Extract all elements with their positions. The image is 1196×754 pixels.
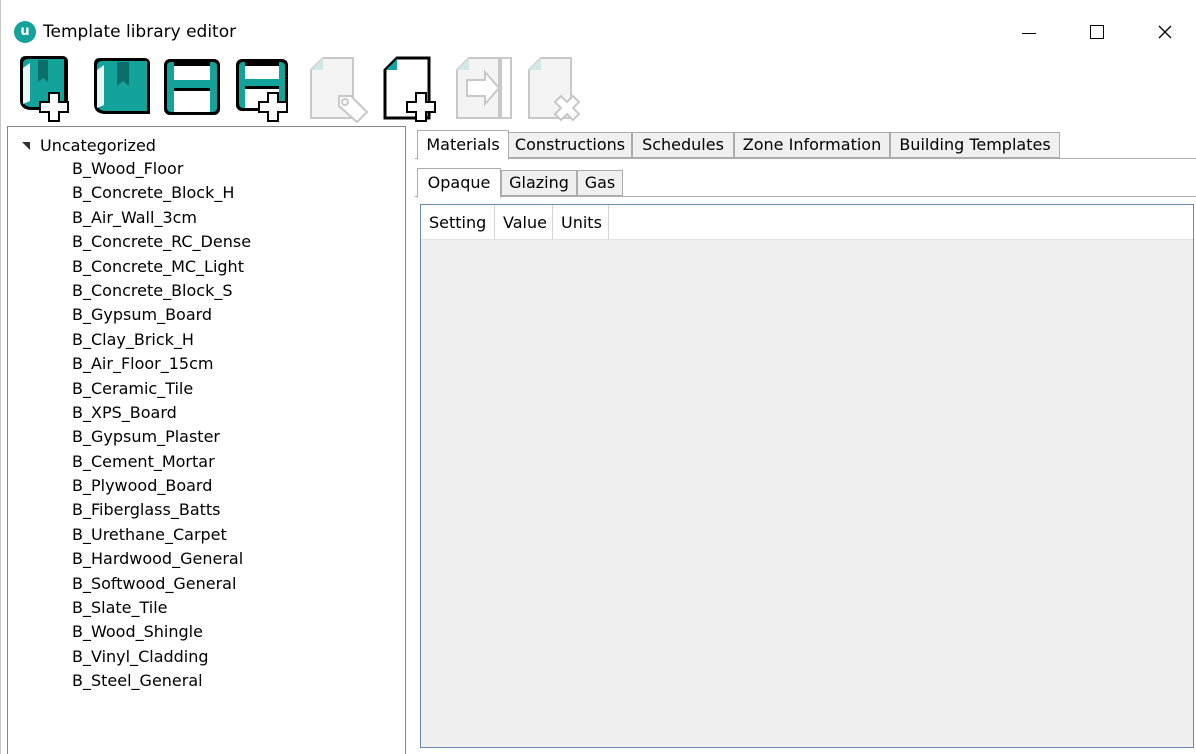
open-library-button[interactable] [90,56,154,124]
tree-item[interactable]: B_Steel_General [72,669,251,693]
column-header-setting[interactable]: Setting [421,205,495,239]
tree-item[interactable]: B_Cement_Mortar [72,450,251,474]
tree-item[interactable]: B_Concrete_MC_Light [72,255,251,279]
floppy-icon [164,59,220,115]
library-tree[interactable]: Uncategorized B_Wood_Floor B_Concrete_Bl… [7,126,406,754]
template-library-editor-window: u Template library editor Uncategorized … [0,0,1196,754]
tree-item[interactable]: B_Plywood_Board [72,474,251,498]
new-library-button[interactable] [14,56,78,124]
document-delete-icon [528,57,581,122]
tag-document-button[interactable] [307,56,371,124]
document-arrow-icon [456,57,512,119]
sub-tab-bar: Opaque Glazing Gas [415,168,1196,198]
tree-item[interactable]: B_Urethane_Carpet [72,523,251,547]
save-button[interactable] [161,56,225,124]
tree-item[interactable]: B_Air_Floor_15cm [72,352,251,376]
close-icon [1158,25,1172,39]
tree-item[interactable]: B_Concrete_Block_H [72,181,251,205]
tree-item[interactable]: B_Hardwood_General [72,547,251,571]
tree-item[interactable]: B_Concrete_RC_Dense [72,230,251,254]
tree-item[interactable]: B_Ceramic_Tile [72,377,251,401]
tree-node-label: Uncategorized [40,135,156,155]
tab-materials[interactable]: Materials [417,130,509,160]
tree-node-uncategorized[interactable]: Uncategorized [22,134,156,156]
close-button[interactable] [1142,14,1188,50]
column-header-units[interactable]: Units [553,205,609,239]
main-tab-bar: Materials Constructions Schedules Zone I… [415,130,1196,160]
new-item-button[interactable] [381,56,445,124]
tree-item[interactable]: B_Wood_Shingle [72,620,251,644]
tab-zone-information[interactable]: Zone Information [734,132,890,158]
tab-bar-divider [415,158,1196,159]
tab-building-templates[interactable]: Building Templates [890,132,1060,158]
document-plus-icon [383,56,436,122]
minimize-icon [1022,32,1036,34]
tree-item[interactable]: B_Gypsum_Plaster [72,425,251,449]
floppy-plus-icon [236,59,288,122]
column-header-value[interactable]: Value [495,205,553,239]
tab-glazing[interactable]: Glazing [501,170,577,196]
minimize-button[interactable] [1006,14,1052,50]
properties-grid[interactable]: Setting Value Units [420,204,1194,748]
tab-schedules[interactable]: Schedules [632,132,734,158]
tree-item[interactable]: B_Fiberglass_Batts [72,498,251,522]
tree-item[interactable]: B_Wood_Floor [72,157,251,181]
title-bar: u Template library editor [1,0,1196,62]
window-title: Template library editor [43,22,237,42]
tree-item[interactable]: B_Gypsum_Board [72,303,251,327]
delete-button[interactable] [525,56,589,124]
tree-item[interactable]: B_Concrete_Block_S [72,279,251,303]
tree-item[interactable]: B_Slate_Tile [72,596,251,620]
tree-item[interactable]: B_Softwood_General [72,572,251,596]
tree-item[interactable]: B_XPS_Board [72,401,251,425]
maximize-button[interactable] [1074,14,1120,50]
maximize-icon [1090,25,1104,39]
tab-opaque[interactable]: Opaque [417,168,501,198]
tab-constructions[interactable]: Constructions [508,132,632,158]
tree-item[interactable]: B_Vinyl_Cladding [72,645,251,669]
grid-header: Setting Value Units [421,205,1193,240]
tree-item[interactable]: B_Clay_Brick_H [72,328,251,352]
tab-gas[interactable]: Gas [577,170,623,196]
expand-toggle-icon[interactable] [22,142,30,150]
app-logo-icon: u [14,21,36,43]
save-as-button[interactable] [233,56,297,124]
tree-item[interactable]: B_Air_Wall_3cm [72,206,251,230]
book-plus-icon [20,56,69,122]
book-icon [94,58,150,114]
export-button[interactable] [453,56,517,124]
toolbar [1,56,1196,124]
document-tag-icon [310,57,369,124]
sub-tab-bar-divider [415,196,1196,197]
tree-children: B_Wood_Floor B_Concrete_Block_H B_Air_Wa… [72,157,251,694]
